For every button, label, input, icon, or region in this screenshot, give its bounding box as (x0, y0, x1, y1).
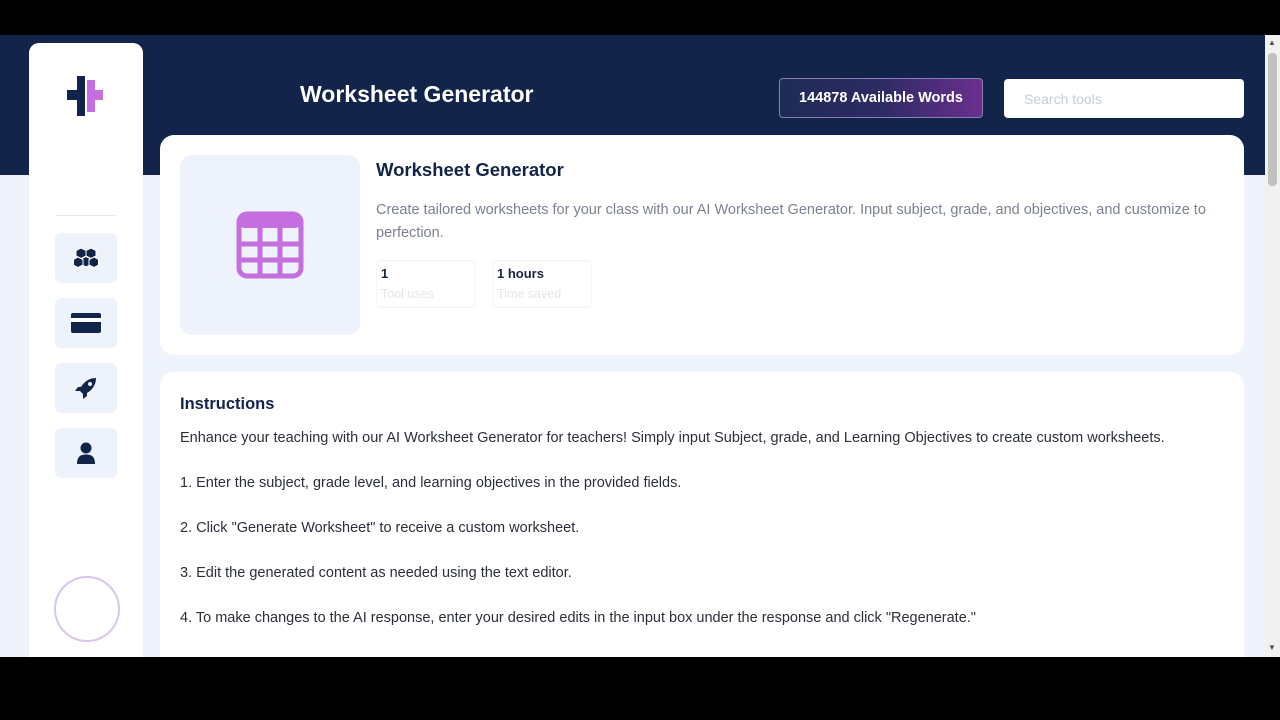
stat-value: 1 (381, 266, 389, 281)
instruction-step: 1. Enter the subject, grade level, and l… (180, 475, 682, 491)
instructions-body: Enhance your teaching with our AI Worksh… (180, 427, 1210, 652)
sidebar-item-tools[interactable] (55, 233, 117, 283)
stat-label: Tool uses (381, 287, 434, 301)
tool-icon-box (180, 155, 360, 335)
instruction-step: 4. To make changes to the AI response, e… (180, 610, 976, 626)
sidebar-item-billing[interactable] (55, 298, 117, 348)
instructions-intro: Enhance your teaching with our AI Worksh… (180, 430, 1165, 446)
account-avatar-button[interactable] (54, 576, 120, 642)
instructions-card: Instructions Enhance your teaching with … (160, 372, 1244, 657)
table-calculator-icon (236, 211, 304, 279)
tool-title: Worksheet Generator (376, 159, 564, 180)
stat-label: Time saved (497, 287, 562, 301)
stat-tool-uses: 1 Tool uses (376, 260, 476, 308)
search-input[interactable] (1004, 79, 1244, 118)
page-scrollbar[interactable]: ▲ ▼ (1265, 35, 1280, 657)
instruction-step: 2. Click "Generate Worksheet" to receive… (180, 520, 580, 536)
instruction-step: 3. Edit the generated content as needed … (180, 565, 572, 581)
scroll-down-arrow-icon[interactable]: ▼ (1268, 644, 1276, 652)
sidebar-divider (56, 215, 116, 216)
rocket-icon (75, 378, 96, 399)
instructions-title: Instructions (180, 395, 275, 413)
stat-time-saved: 1 hours Time saved (492, 260, 592, 308)
sidebar-item-launch[interactable] (55, 363, 117, 413)
page-title: Worksheet Generator (300, 81, 534, 107)
credit-card-icon (71, 313, 101, 333)
tool-description: Create tailored worksheets for your clas… (376, 202, 1206, 241)
available-words-badge[interactable]: 144878 Available Words (779, 78, 983, 118)
user-icon (77, 442, 95, 464)
cubes-icon (73, 247, 99, 269)
sidebar-item-profile[interactable] (55, 428, 117, 478)
scroll-thumb[interactable] (1268, 53, 1277, 186)
sidebar (29, 43, 143, 657)
stat-value: 1 hours (497, 266, 544, 281)
tool-info-card: Worksheet Generator Create tailored work… (160, 135, 1244, 355)
brand-logo[interactable] (67, 76, 103, 116)
scroll-up-arrow-icon[interactable]: ▲ (1268, 39, 1276, 47)
app-viewport: Worksheet Generator 144878 Available Wor… (0, 35, 1280, 657)
